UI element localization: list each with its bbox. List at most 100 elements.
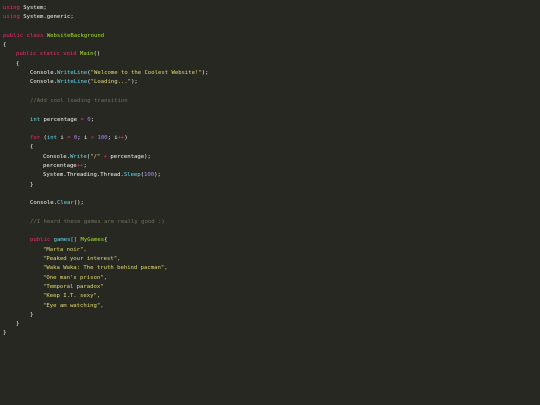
string-literal: "/": [90, 153, 101, 160]
keyword: using: [3, 5, 20, 11]
operator: =: [80, 116, 84, 123]
type-name: int: [30, 116, 41, 123]
code-line-9: Console.WriteLine("Loading...");: [0, 78, 540, 87]
type-name: games[]: [53, 237, 78, 244]
string-literal: "Keep I.T. sexy",: [43, 293, 101, 300]
code-text: ): [124, 135, 128, 142]
code-line-29: "Waka Waka: The truth behind pacman",: [0, 264, 540, 273]
comment: //Add cool loading transition: [30, 97, 128, 104]
string-literal: "Marta noir",: [43, 246, 87, 253]
code-text: {: [3, 42, 7, 49]
code-text: ; i: [77, 135, 88, 142]
code-line-26: public games[] MyGames{: [0, 236, 540, 245]
code-text: }: [3, 330, 7, 337]
code-text: );: [131, 79, 138, 86]
function-name: Main: [80, 51, 94, 58]
method-name: Write: [69, 153, 87, 160]
code-text: );: [154, 172, 161, 179]
identifier: percentage: [43, 116, 78, 123]
number-literal: 100: [144, 172, 155, 179]
code-line-32: "Keep I.T. sexy",: [0, 292, 540, 301]
code-text: ;: [83, 163, 87, 170]
function-name: MyGames: [80, 237, 105, 244]
method-name: Clear: [56, 200, 74, 207]
code-line-8: Console.WriteLine("Welcome to the Cooles…: [0, 69, 540, 78]
code-editor[interactable]: using System; using System.generic; publ…: [0, 0, 540, 405]
code-text: Console.: [30, 200, 57, 207]
code-text: Console.: [30, 79, 57, 86]
code-line-24: //I heard these games are really good :): [0, 218, 540, 227]
keyword: using: [3, 14, 20, 21]
code-text: );: [201, 70, 209, 77]
code-line-33: "Eye am watching",: [0, 302, 540, 311]
string-literal: "One man's prison",: [43, 274, 107, 281]
keyword: for: [30, 135, 41, 142]
code-line-2: using System.generic;: [0, 13, 540, 22]
string-literal: "Waka Waka: The truth behind pacman",: [43, 265, 168, 272]
keyword: void: [63, 51, 77, 58]
code-text: }: [16, 321, 20, 328]
code-text: {: [30, 144, 34, 151]
type-name: int: [46, 135, 57, 142]
code-line-35: }: [0, 320, 540, 329]
code-line-19: System.Threading.Thread.Sleep(100);: [0, 171, 540, 180]
code-text: System.generic;: [19, 14, 74, 21]
code-text: Console.: [30, 70, 57, 77]
code-line-15: for (int i = 0; i < 100; i++): [0, 134, 540, 143]
code-text: ;: [90, 116, 95, 123]
code-line-20: }: [0, 181, 540, 190]
code-text: ; i: [107, 135, 118, 142]
code-line-1: using System;: [0, 4, 540, 13]
code-line-34: }: [0, 311, 540, 320]
code-text: }: [30, 181, 34, 188]
code-line-16: {: [0, 143, 540, 152]
code-text: (: [40, 135, 47, 142]
comment: //I heard these games are really good :): [30, 218, 165, 225]
code-line-28: "Peaked your interest",: [0, 255, 540, 264]
keyword: public: [3, 32, 24, 39]
code-line-36: }: [0, 329, 540, 338]
class-name: WebsiteBackground: [46, 32, 105, 39]
code-line-6: public static void Main(): [0, 50, 540, 59]
keyword: public: [30, 237, 51, 244]
method-name: WriteLine: [56, 79, 88, 86]
method-name: Sleep: [123, 172, 141, 179]
code-line-4: public class WebsiteBackground: [0, 32, 540, 41]
code-line-22: Console.Clear();: [0, 199, 540, 208]
keyword: public: [16, 51, 37, 58]
code-line-30: "One man's prison",: [0, 274, 540, 283]
string-literal: "Welcome to the Coolest Website!": [90, 70, 202, 77]
code-line-17: Console.Write("/" + percentage);: [0, 153, 540, 162]
code-line-7: {: [0, 60, 540, 69]
string-literal: "Loading...": [90, 79, 132, 86]
code-text: }: [30, 311, 34, 318]
code-line-31: "Temporal paradox": [0, 283, 540, 292]
code-line-11: //Add cool loading transition: [0, 97, 540, 106]
identifier: i: [56, 135, 64, 142]
code-text: {: [104, 237, 108, 244]
code-line-18: percentage++;: [0, 162, 540, 171]
code-text: ();: [73, 200, 84, 207]
code-text: (): [93, 51, 101, 58]
code-text: {: [16, 60, 20, 67]
method-name: WriteLine: [56, 70, 88, 77]
keyword: static: [39, 51, 60, 58]
code-line-13: int percentage = 0;: [0, 116, 540, 125]
code-line-27: "Marta noir",: [0, 246, 540, 255]
code-line-5: {: [0, 41, 540, 50]
code-text: Console.: [43, 153, 70, 160]
number-literal: 100: [94, 135, 108, 142]
string-literal: "Peaked your interest",: [43, 256, 121, 263]
identifier: percentage: [43, 163, 77, 170]
string-literal: "Temporal paradox": [43, 283, 104, 290]
string-literal: "Eye am watching",: [43, 302, 104, 309]
code-text: System;: [19, 5, 47, 11]
code-text: System.Threading.Thread.: [43, 172, 124, 179]
keyword: class: [26, 32, 44, 39]
